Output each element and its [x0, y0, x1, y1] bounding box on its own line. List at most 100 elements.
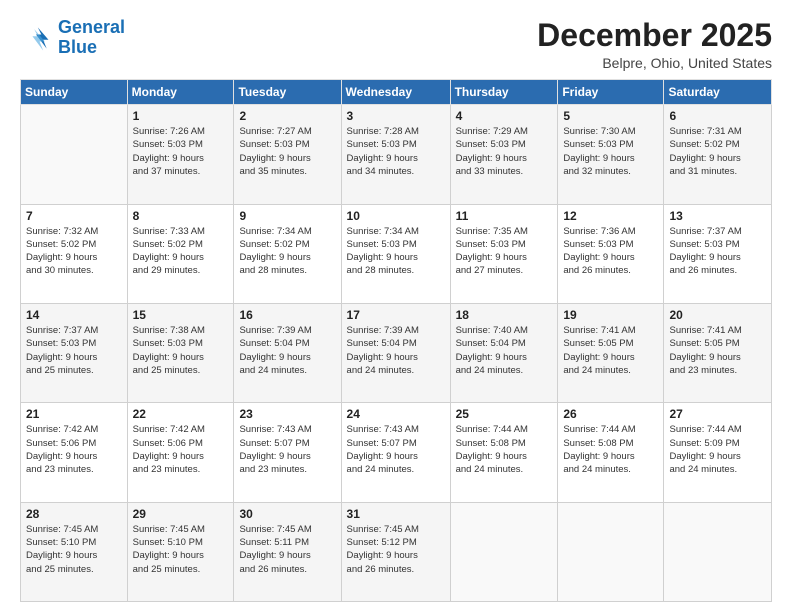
logo-area: General Blue	[20, 18, 125, 58]
calendar-cell: 18 Sunrise: 7:40 AM Sunset: 5:04 PM Dayli…	[450, 303, 558, 402]
day-info: Sunrise: 7:37 AM Sunset: 5:03 PM Dayligh…	[26, 324, 122, 377]
title-area: December 2025 Belpre, Ohio, United State…	[537, 18, 772, 71]
day-number: 25	[456, 407, 553, 421]
day-info: Sunrise: 7:34 AM Sunset: 5:02 PM Dayligh…	[239, 225, 335, 278]
calendar-cell: 20 Sunrise: 7:41 AM Sunset: 5:05 PM Dayli…	[664, 303, 772, 402]
day-number: 23	[239, 407, 335, 421]
calendar-cell: 28 Sunrise: 7:45 AM Sunset: 5:10 PM Dayli…	[21, 502, 128, 601]
day-number: 19	[563, 308, 658, 322]
day-number: 22	[133, 407, 229, 421]
calendar-cell: 22 Sunrise: 7:42 AM Sunset: 5:06 PM Dayli…	[127, 403, 234, 502]
day-number: 1	[133, 109, 229, 123]
day-number: 10	[347, 209, 445, 223]
calendar-cell: 27 Sunrise: 7:44 AM Sunset: 5:09 PM Dayli…	[664, 403, 772, 502]
calendar-cell: 14 Sunrise: 7:37 AM Sunset: 5:03 PM Dayli…	[21, 303, 128, 402]
day-info: Sunrise: 7:26 AM Sunset: 5:03 PM Dayligh…	[133, 125, 229, 178]
day-info: Sunrise: 7:37 AM Sunset: 5:03 PM Dayligh…	[669, 225, 766, 278]
calendar-cell: 24 Sunrise: 7:43 AM Sunset: 5:07 PM Dayli…	[341, 403, 450, 502]
calendar-header-row: SundayMondayTuesdayWednesdayThursdayFrid…	[21, 80, 772, 105]
logo-icon	[20, 22, 52, 54]
calendar-cell: 19Sunrise: 7:41 AM Sunset: 5:05 PM Dayli…	[558, 303, 664, 402]
day-number: 20	[669, 308, 766, 322]
logo-line1: General	[58, 17, 125, 37]
day-info: Sunrise: 7:29 AM Sunset: 5:03 PM Dayligh…	[456, 125, 553, 178]
day-info: Sunrise: 7:45 AM Sunset: 5:12 PM Dayligh…	[347, 523, 445, 576]
week-row-5: 28 Sunrise: 7:45 AM Sunset: 5:10 PM Dayli…	[21, 502, 772, 601]
week-row-1: 1 Sunrise: 7:26 AM Sunset: 5:03 PM Daylig…	[21, 105, 772, 204]
calendar-cell: 26 Sunrise: 7:44 AM Sunset: 5:08 PM Dayli…	[558, 403, 664, 502]
day-info: Sunrise: 7:42 AM Sunset: 5:06 PM Dayligh…	[26, 423, 122, 476]
day-number: 14	[26, 308, 122, 322]
calendar-cell: 21 Sunrise: 7:42 AM Sunset: 5:06 PM Dayli…	[21, 403, 128, 502]
day-number: 24	[347, 407, 445, 421]
day-info: Sunrise: 7:36 AM Sunset: 5:03 PM Dayligh…	[563, 225, 658, 278]
day-number: 11	[456, 209, 553, 223]
day-info: Sunrise: 7:45 AM Sunset: 5:10 PM Dayligh…	[26, 523, 122, 576]
day-number: 21	[26, 407, 122, 421]
calendar-cell: 25Sunrise: 7:44 AM Sunset: 5:08 PM Dayli…	[450, 403, 558, 502]
day-info: Sunrise: 7:45 AM Sunset: 5:11 PM Dayligh…	[239, 523, 335, 576]
top-section: General Blue December 2025 Belpre, Ohio,…	[20, 18, 772, 71]
day-info: Sunrise: 7:42 AM Sunset: 5:06 PM Dayligh…	[133, 423, 229, 476]
day-number: 15	[133, 308, 229, 322]
calendar-cell: 15 Sunrise: 7:38 AM Sunset: 5:03 PM Dayli…	[127, 303, 234, 402]
week-row-2: 7Sunrise: 7:32 AM Sunset: 5:02 PM Daylig…	[21, 204, 772, 303]
day-number: 13	[669, 209, 766, 223]
day-info: Sunrise: 7:39 AM Sunset: 5:04 PM Dayligh…	[239, 324, 335, 377]
day-info: Sunrise: 7:28 AM Sunset: 5:03 PM Dayligh…	[347, 125, 445, 178]
header-day-sunday: Sunday	[21, 80, 128, 105]
header-day-thursday: Thursday	[450, 80, 558, 105]
day-number: 8	[133, 209, 229, 223]
day-info: Sunrise: 7:44 AM Sunset: 5:09 PM Dayligh…	[669, 423, 766, 476]
day-info: Sunrise: 7:38 AM Sunset: 5:03 PM Dayligh…	[133, 324, 229, 377]
main-title: December 2025	[537, 18, 772, 53]
calendar-cell: 1 Sunrise: 7:26 AM Sunset: 5:03 PM Daylig…	[127, 105, 234, 204]
calendar-cell: 17 Sunrise: 7:39 AM Sunset: 5:04 PM Dayli…	[341, 303, 450, 402]
day-info: Sunrise: 7:32 AM Sunset: 5:02 PM Dayligh…	[26, 225, 122, 278]
day-number: 27	[669, 407, 766, 421]
day-info: Sunrise: 7:27 AM Sunset: 5:03 PM Dayligh…	[239, 125, 335, 178]
logo-line2: Blue	[58, 37, 97, 57]
week-row-3: 14 Sunrise: 7:37 AM Sunset: 5:03 PM Dayli…	[21, 303, 772, 402]
calendar-cell: 9 Sunrise: 7:34 AM Sunset: 5:02 PM Daylig…	[234, 204, 341, 303]
day-number: 6	[669, 109, 766, 123]
day-info: Sunrise: 7:40 AM Sunset: 5:04 PM Dayligh…	[456, 324, 553, 377]
sub-title: Belpre, Ohio, United States	[537, 55, 772, 71]
calendar-cell: 30 Sunrise: 7:45 AM Sunset: 5:11 PM Dayli…	[234, 502, 341, 601]
day-info: Sunrise: 7:30 AM Sunset: 5:03 PM Dayligh…	[563, 125, 658, 178]
header-day-monday: Monday	[127, 80, 234, 105]
header-day-friday: Friday	[558, 80, 664, 105]
header-day-saturday: Saturday	[664, 80, 772, 105]
day-number: 9	[239, 209, 335, 223]
day-number: 5	[563, 109, 658, 123]
day-info: Sunrise: 7:41 AM Sunset: 5:05 PM Dayligh…	[669, 324, 766, 377]
day-number: 26	[563, 407, 658, 421]
day-info: Sunrise: 7:34 AM Sunset: 5:03 PM Dayligh…	[347, 225, 445, 278]
calendar-cell: 8 Sunrise: 7:33 AM Sunset: 5:02 PM Daylig…	[127, 204, 234, 303]
day-number: 3	[347, 109, 445, 123]
day-number: 12	[563, 209, 658, 223]
calendar-cell	[21, 105, 128, 204]
calendar-cell: 23Sunrise: 7:43 AM Sunset: 5:07 PM Dayli…	[234, 403, 341, 502]
day-info: Sunrise: 7:31 AM Sunset: 5:02 PM Dayligh…	[669, 125, 766, 178]
day-number: 18	[456, 308, 553, 322]
day-info: Sunrise: 7:33 AM Sunset: 5:02 PM Dayligh…	[133, 225, 229, 278]
day-number: 30	[239, 507, 335, 521]
day-info: Sunrise: 7:43 AM Sunset: 5:07 PM Dayligh…	[347, 423, 445, 476]
calendar-cell: 11 Sunrise: 7:35 AM Sunset: 5:03 PM Dayli…	[450, 204, 558, 303]
calendar-cell: 29Sunrise: 7:45 AM Sunset: 5:10 PM Dayli…	[127, 502, 234, 601]
calendar-cell: 3 Sunrise: 7:28 AM Sunset: 5:03 PM Daylig…	[341, 105, 450, 204]
day-info: Sunrise: 7:45 AM Sunset: 5:10 PM Dayligh…	[133, 523, 229, 576]
calendar-cell: 6 Sunrise: 7:31 AM Sunset: 5:02 PM Daylig…	[664, 105, 772, 204]
day-info: Sunrise: 7:44 AM Sunset: 5:08 PM Dayligh…	[563, 423, 658, 476]
calendar-cell	[450, 502, 558, 601]
day-number: 16	[239, 308, 335, 322]
calendar-cell: 7Sunrise: 7:32 AM Sunset: 5:02 PM Daylig…	[21, 204, 128, 303]
day-info: Sunrise: 7:35 AM Sunset: 5:03 PM Dayligh…	[456, 225, 553, 278]
day-number: 17	[347, 308, 445, 322]
header-day-tuesday: Tuesday	[234, 80, 341, 105]
calendar-cell	[558, 502, 664, 601]
day-number: 31	[347, 507, 445, 521]
day-number: 28	[26, 507, 122, 521]
day-info: Sunrise: 7:39 AM Sunset: 5:04 PM Dayligh…	[347, 324, 445, 377]
